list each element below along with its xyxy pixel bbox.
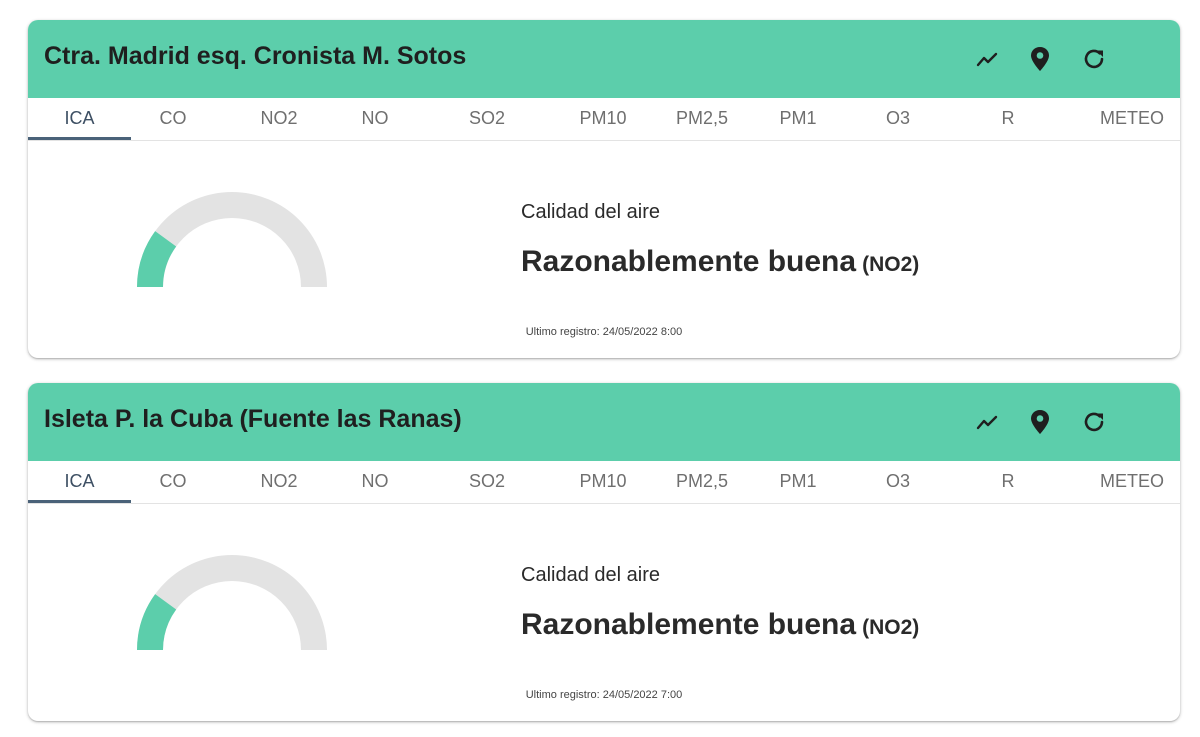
- tab-ica[interactable]: ICA: [28, 461, 131, 503]
- tab-no[interactable]: NO: [345, 461, 405, 503]
- quality-value-line: Razonablemente buena (NO2): [521, 245, 919, 279]
- last-record: Ultimo registro: 24/05/2022 7:00: [525, 689, 683, 701]
- tab-r[interactable]: R: [993, 461, 1023, 503]
- station-title: Ctra. Madrid esq. Cronista M. Sotos: [44, 42, 467, 70]
- last-record: Ultimo registro: 24/05/2022 8:00: [525, 326, 683, 338]
- station-card: Ctra. Madrid esq. Cronista M. Sotos ICA …: [28, 20, 1180, 358]
- tab-pm10[interactable]: PM10: [563, 98, 643, 140]
- tab-meteo[interactable]: METEO: [1092, 461, 1172, 503]
- pollutant-label: (NO2): [862, 253, 920, 276]
- air-quality-gauge: [137, 555, 327, 650]
- tab-co[interactable]: CO: [143, 98, 203, 140]
- pollutant-tabs: ICA CO NO2 NO SO2 PM10 PM2,5 PM1 O3 R ME…: [28, 461, 1180, 504]
- card-header: Isleta P. la Cuba (Fuente las Ranas): [28, 383, 1180, 461]
- tab-pm2-5[interactable]: PM2,5: [660, 98, 744, 140]
- map-marker-icon[interactable]: [1022, 41, 1058, 77]
- quality-label: Calidad del aire: [521, 201, 660, 223]
- tab-pm2-5[interactable]: PM2,5: [660, 461, 744, 503]
- tab-so2[interactable]: SO2: [454, 98, 520, 140]
- tab-pm10[interactable]: PM10: [563, 461, 643, 503]
- tab-r[interactable]: R: [993, 98, 1023, 140]
- quality-label: Calidad del aire: [521, 564, 660, 586]
- tab-no[interactable]: NO: [345, 98, 405, 140]
- tab-o3[interactable]: O3: [868, 461, 928, 503]
- pollutant-label: (NO2): [862, 616, 920, 639]
- tab-o3[interactable]: O3: [868, 98, 928, 140]
- quality-value: Razonablemente buena: [521, 245, 857, 278]
- tab-no2[interactable]: NO2: [246, 98, 312, 140]
- tab-no2[interactable]: NO2: [246, 461, 312, 503]
- tab-pm1[interactable]: PM1: [768, 98, 828, 140]
- tab-co[interactable]: CO: [143, 461, 203, 503]
- tab-ica[interactable]: ICA: [28, 98, 131, 140]
- air-quality-gauge: [137, 192, 327, 287]
- refresh-icon[interactable]: [1076, 41, 1112, 77]
- map-marker-icon[interactable]: [1022, 404, 1058, 440]
- tab-meteo[interactable]: METEO: [1092, 98, 1172, 140]
- card-header: Ctra. Madrid esq. Cronista M. Sotos: [28, 20, 1180, 98]
- chart-line-icon[interactable]: [969, 41, 1005, 77]
- tab-so2[interactable]: SO2: [454, 461, 520, 503]
- quality-value-line: Razonablemente buena (NO2): [521, 608, 919, 642]
- pollutant-tabs: ICA CO NO2 NO SO2 PM10 PM2,5 PM1 O3 R ME…: [28, 98, 1180, 141]
- station-title: Isleta P. la Cuba (Fuente las Ranas): [44, 405, 462, 433]
- tab-pm1[interactable]: PM1: [768, 461, 828, 503]
- chart-line-icon[interactable]: [969, 404, 1005, 440]
- refresh-icon[interactable]: [1076, 404, 1112, 440]
- quality-value: Razonablemente buena: [521, 608, 857, 641]
- station-card: Isleta P. la Cuba (Fuente las Ranas) ICA…: [28, 383, 1180, 721]
